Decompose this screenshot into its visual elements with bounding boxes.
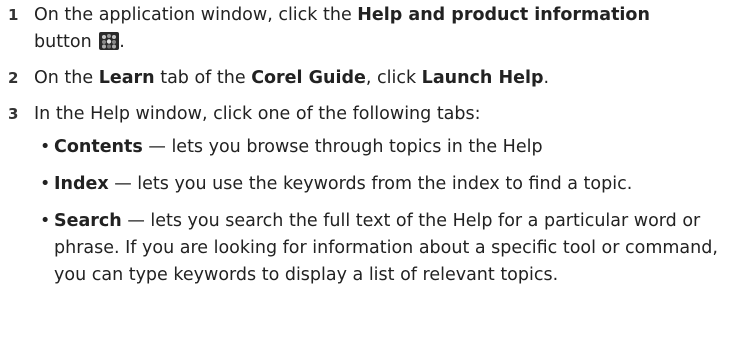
list-item-search: • Search — lets you search the full text… <box>40 208 742 289</box>
tab-description: — lets you use the keywords from the ind… <box>108 174 633 194</box>
step-text: In the Help window, click one of the fol… <box>34 104 481 124</box>
corel-guide-label: Corel Guide <box>251 68 366 88</box>
bullet: • <box>40 174 51 194</box>
help-product-info-label: Help and product information <box>357 5 650 25</box>
tab-description: — lets you browse through topics in the … <box>142 137 543 157</box>
step-text: tab of the <box>154 68 252 88</box>
step-text: On the <box>34 68 99 88</box>
step-text: , click <box>365 68 422 88</box>
list-item-index: • Index — lets you use the keywords from… <box>40 171 742 198</box>
help-and-product-information-icon <box>99 32 120 50</box>
launch-help-label: Launch Help <box>421 68 544 88</box>
step-3: 3 In the Help window, click one of the f… <box>0 101 742 289</box>
step-text: On the application window, click the <box>34 5 358 25</box>
step-text: . <box>119 32 125 52</box>
help-tabs-list: • Contents — lets you browse through top… <box>40 134 742 289</box>
step-number: 1 <box>8 6 19 24</box>
step-1: 1 On the application window, click the H… <box>0 2 742 56</box>
index-tab-label: Index <box>54 174 109 194</box>
bullet: • <box>40 137 51 157</box>
learn-tab-label: Learn <box>98 68 155 88</box>
contents-tab-label: Contents <box>54 137 143 157</box>
step-number: 2 <box>8 69 19 87</box>
step-text: button <box>34 32 98 52</box>
tab-description: — lets you search the full text of the H… <box>54 211 718 285</box>
list-item-contents: • Contents — lets you browse through top… <box>40 134 742 161</box>
step-2: 2 On the Learn tab of the Corel Guide, c… <box>0 65 742 92</box>
search-tab-label: Search <box>54 211 122 231</box>
bullet: • <box>40 211 51 231</box>
step-text: . <box>543 68 550 88</box>
procedure-steps: 1 On the application window, click the H… <box>0 0 742 307</box>
step-number: 3 <box>8 105 19 123</box>
